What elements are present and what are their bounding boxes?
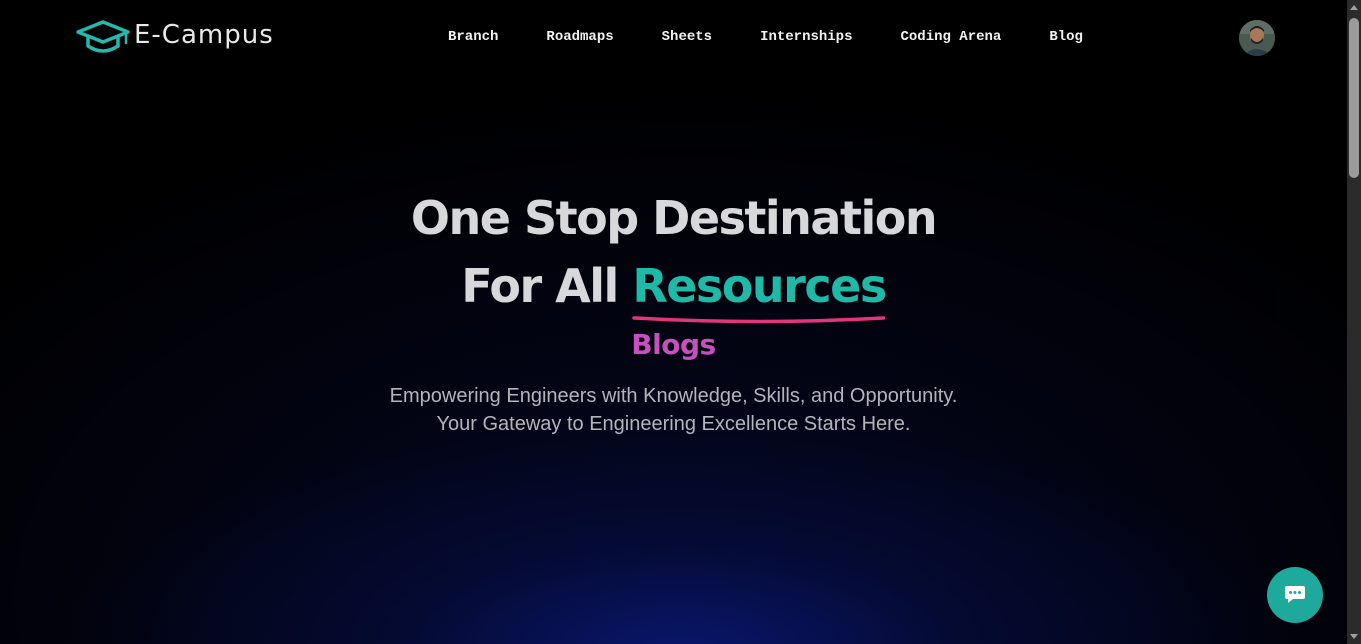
hero-description-line2: Your Gateway to Engineering Excellence S…: [436, 413, 911, 435]
nav-roadmaps[interactable]: Roadmaps: [546, 29, 613, 45]
user-avatar[interactable]: [1239, 20, 1275, 56]
graduation-cap-icon: [76, 20, 130, 53]
hero-title-highlight: Resources: [632, 258, 887, 324]
chat-button[interactable]: [1267, 567, 1323, 623]
hero-description-line1: Empowering Engineers with Knowledge, Ski…: [389, 385, 958, 407]
brand-logo[interactable]: E-Campus: [76, 18, 274, 56]
rotating-word: Blogs: [631, 328, 716, 361]
brand-name: E-Campus: [134, 20, 274, 50]
hero-title-line2: For All Resources: [0, 258, 1347, 324]
nav-sheets[interactable]: Sheets: [662, 29, 712, 45]
chat-bubble-icon: [1285, 586, 1305, 603]
user-avatar-image: [1239, 20, 1275, 56]
highlight-underline: [632, 316, 886, 324]
page-background: E-Campus Branch Roadmaps Sheets Internsh…: [0, 0, 1347, 644]
hero-title-prefix: For All: [461, 259, 619, 313]
vertical-scrollbar[interactable]: [1347, 0, 1361, 644]
hero-title-line1: One Stop Destination: [410, 191, 938, 245]
hero-highlight-text: Resources: [632, 259, 887, 313]
nav-coding-arena[interactable]: Coding Arena: [900, 29, 1001, 45]
top-navbar: E-Campus Branch Roadmaps Sheets Internsh…: [0, 0, 1347, 74]
nav-blog[interactable]: Blog: [1049, 29, 1083, 45]
scrollbar-thumb[interactable]: [1349, 18, 1359, 178]
nav-internships[interactable]: Internships: [760, 29, 852, 45]
scroll-down-arrow-icon[interactable]: [1350, 634, 1358, 639]
nav-branch[interactable]: Branch: [448, 29, 498, 45]
main-nav: Branch Roadmaps Sheets Internships Codin…: [448, 29, 1131, 45]
scroll-up-arrow-icon[interactable]: [1350, 5, 1358, 10]
